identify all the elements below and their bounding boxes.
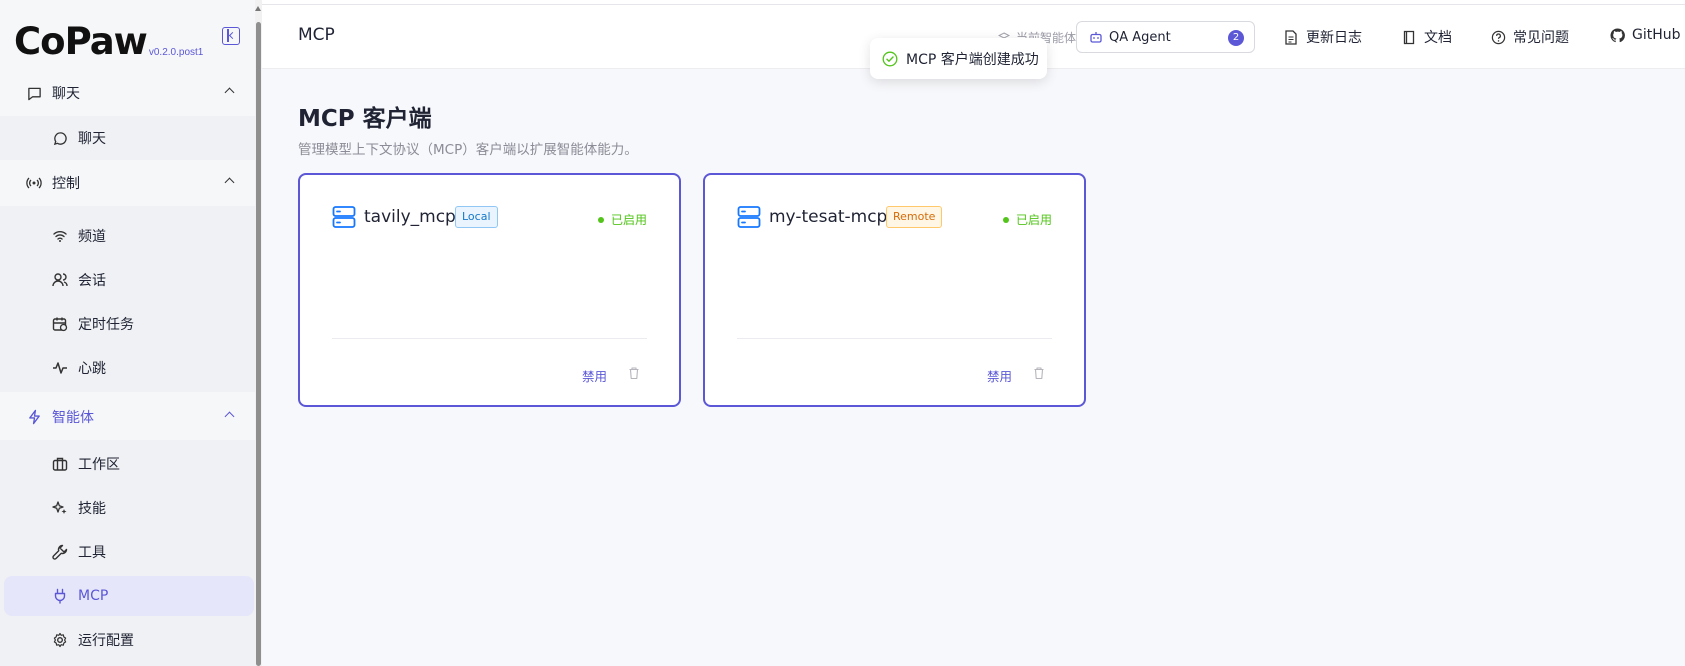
server-icon [332, 206, 356, 228]
plug-icon [52, 588, 68, 604]
github-icon [1610, 27, 1625, 43]
sidebar-item-workspace[interactable]: 工作区 [0, 444, 255, 484]
page-description: 管理模型上下文协议（MCP）客户端以扩展智能体能力。 [298, 142, 638, 158]
sidebar-item-label: 聊天 [78, 131, 106, 147]
success-toast: MCP 客户端创建成功 [870, 38, 1047, 79]
sidebar-item-label: 工具 [78, 545, 106, 561]
sidebar-item-chat[interactable]: 聊天 [0, 118, 255, 158]
message-circle-icon [52, 130, 68, 146]
calendar-clock-icon [52, 316, 68, 332]
header-top-border [262, 4, 1685, 5]
chevron-up-icon [224, 87, 235, 98]
agent-select-value: QA Agent [1109, 29, 1171, 45]
robot-icon [1090, 32, 1102, 43]
sidebar-item-label: 心跳 [78, 361, 106, 377]
disable-button[interactable]: 禁用 [987, 366, 1012, 385]
collapse-sidebar-icon[interactable] [222, 27, 240, 45]
file-text-icon [1284, 29, 1299, 45]
scroll-up-icon[interactable] [255, 6, 261, 11]
changelog-label: 更新日志 [1306, 30, 1362, 46]
card-divider [737, 338, 1052, 339]
status-badge: 已启用 [597, 211, 647, 228]
lightning-icon [26, 409, 42, 425]
sidebar-item-mcp[interactable]: MCP [4, 576, 254, 616]
sidebar-item-heartbeat[interactable]: 心跳 [0, 348, 255, 388]
github-link[interactable]: GitHub [1610, 27, 1681, 43]
sidebar-scrollbar[interactable] [255, 0, 262, 666]
sidebar-group-label: 控制 [52, 176, 80, 192]
chevron-up-icon [224, 177, 235, 188]
sidebar-item-label: 工作区 [78, 457, 120, 473]
sidebar-item-label: 技能 [78, 501, 106, 517]
wifi-icon [52, 228, 68, 244]
users-icon [52, 272, 68, 288]
page-tab: MCP [298, 25, 335, 45]
server-icon [737, 206, 761, 228]
agent-select[interactable]: QA Agent 2 [1076, 21, 1255, 53]
brand-name: CoPaw [14, 20, 148, 63]
status-dot [1002, 216, 1009, 223]
card-divider [332, 338, 647, 339]
sidebar: CoPaw v0.2.0.post1 聊天 聊天 控制 频道 会话 定时任务 心… [0, 0, 262, 666]
sidebar-scroll: CoPaw v0.2.0.post1 聊天 聊天 控制 频道 会话 定时任务 心… [0, 0, 262, 666]
sidebar-item-label: 会话 [78, 273, 106, 289]
client-type-tag: Local [455, 206, 498, 228]
faq-label: 常见问题 [1513, 30, 1569, 46]
disable-button[interactable]: 禁用 [582, 366, 607, 385]
chevron-up-icon [224, 411, 235, 422]
sidebar-group-control[interactable]: 控制 [0, 160, 255, 206]
sparkles-icon [52, 500, 68, 516]
delete-icon[interactable] [627, 366, 641, 380]
sidebar-item-runtime-config[interactable]: 运行配置 [0, 620, 255, 660]
chat-bubble-icon [26, 85, 42, 101]
sidebar-item-label: 频道 [78, 229, 106, 245]
docs-label: 文档 [1424, 30, 1452, 46]
status-text: 已启用 [1015, 213, 1052, 227]
changelog-link[interactable]: 更新日志 [1284, 27, 1362, 47]
mcp-client-name: my-tesat-mcp [769, 207, 888, 227]
scrollbar-thumb[interactable] [256, 22, 261, 666]
mcp-client-card[interactable]: tavily_mcp Local 已启用 禁用 [298, 173, 681, 407]
github-label: GitHub [1632, 27, 1681, 43]
status-badge: 已启用 [1002, 211, 1052, 228]
delete-icon[interactable] [1032, 366, 1046, 380]
docs-link[interactable]: 文档 [1402, 27, 1452, 47]
sidebar-item-label: MCP [78, 588, 109, 604]
mcp-client-card[interactable]: my-tesat-mcp Remote 已启用 禁用 [703, 173, 1086, 407]
status-text: 已启用 [610, 213, 647, 227]
main-content: MCP 客户端 管理模型上下文协议（MCP）客户端以扩展智能体能力。 tavil… [262, 69, 1685, 666]
sidebar-group-chat[interactable]: 聊天 [0, 70, 255, 116]
mcp-client-name: tavily_mcp [364, 207, 456, 227]
sidebar-item-channels[interactable]: 频道 [0, 216, 255, 256]
sidebar-group-agent[interactable]: 智能体 [0, 394, 255, 440]
agent-count-badge: 2 [1228, 30, 1244, 46]
brand-logo: CoPaw v0.2.0.post1 [14, 18, 203, 62]
sidebar-item-label: 定时任务 [78, 317, 134, 333]
brand-version: v0.2.0.post1 [148, 47, 204, 58]
gear-icon [52, 632, 68, 648]
toast-message: MCP 客户端创建成功 [906, 51, 1039, 68]
check-circle-icon [882, 51, 898, 66]
briefcase-icon [52, 456, 68, 472]
wrench-icon [52, 544, 68, 560]
help-circle-icon [1491, 30, 1506, 45]
status-dot [597, 216, 604, 223]
sidebar-group-label: 智能体 [52, 410, 94, 426]
faq-link[interactable]: 常见问题 [1491, 27, 1569, 47]
sidebar-item-tools[interactable]: 工具 [0, 532, 255, 572]
page-title: MCP 客户端 [298, 106, 432, 132]
sidebar-item-sessions[interactable]: 会话 [0, 260, 255, 300]
broadcast-icon [26, 175, 42, 191]
heartbeat-icon [52, 360, 68, 376]
sidebar-item-skills[interactable]: 技能 [0, 488, 255, 528]
book-icon [1402, 30, 1417, 45]
sidebar-item-scheduled-tasks[interactable]: 定时任务 [0, 304, 255, 344]
sidebar-item-label: 运行配置 [78, 633, 134, 649]
client-type-tag: Remote [886, 206, 943, 228]
sidebar-group-label: 聊天 [52, 86, 80, 102]
